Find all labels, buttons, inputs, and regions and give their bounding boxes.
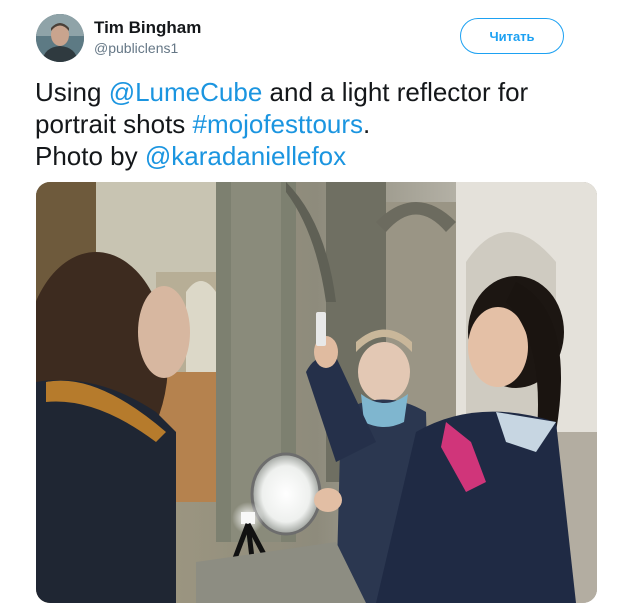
user-avatar-icon [36,14,84,62]
tweet-photo[interactable] [36,182,597,603]
mention-link-lumecube[interactable]: @LumeCube [109,77,263,107]
tweet-card: Tim Bingham @publiclens1 Читать Using @L… [0,0,629,615]
tweet-text-segment: Using [35,77,109,107]
avatar[interactable] [36,14,84,62]
tweet-text-segment: . [363,109,371,139]
tweet-text-segment: portrait shots [35,109,193,139]
tweet-text: Using @LumeCube and a light reflector fo… [35,76,615,172]
hashtag-link-mojofesttours[interactable]: #mojofesttours [193,109,364,139]
author-name[interactable]: Tim Bingham [94,18,201,38]
follow-button[interactable]: Читать [460,18,564,54]
mention-link-karadaniellefox[interactable]: @karadaniellefox [145,141,346,171]
author-handle[interactable]: @publiclens1 [94,40,178,56]
tweet-text-segment: and a light reflector for [262,77,529,107]
photo-image [36,182,597,603]
tweet-text-segment: Photo by [35,141,145,171]
